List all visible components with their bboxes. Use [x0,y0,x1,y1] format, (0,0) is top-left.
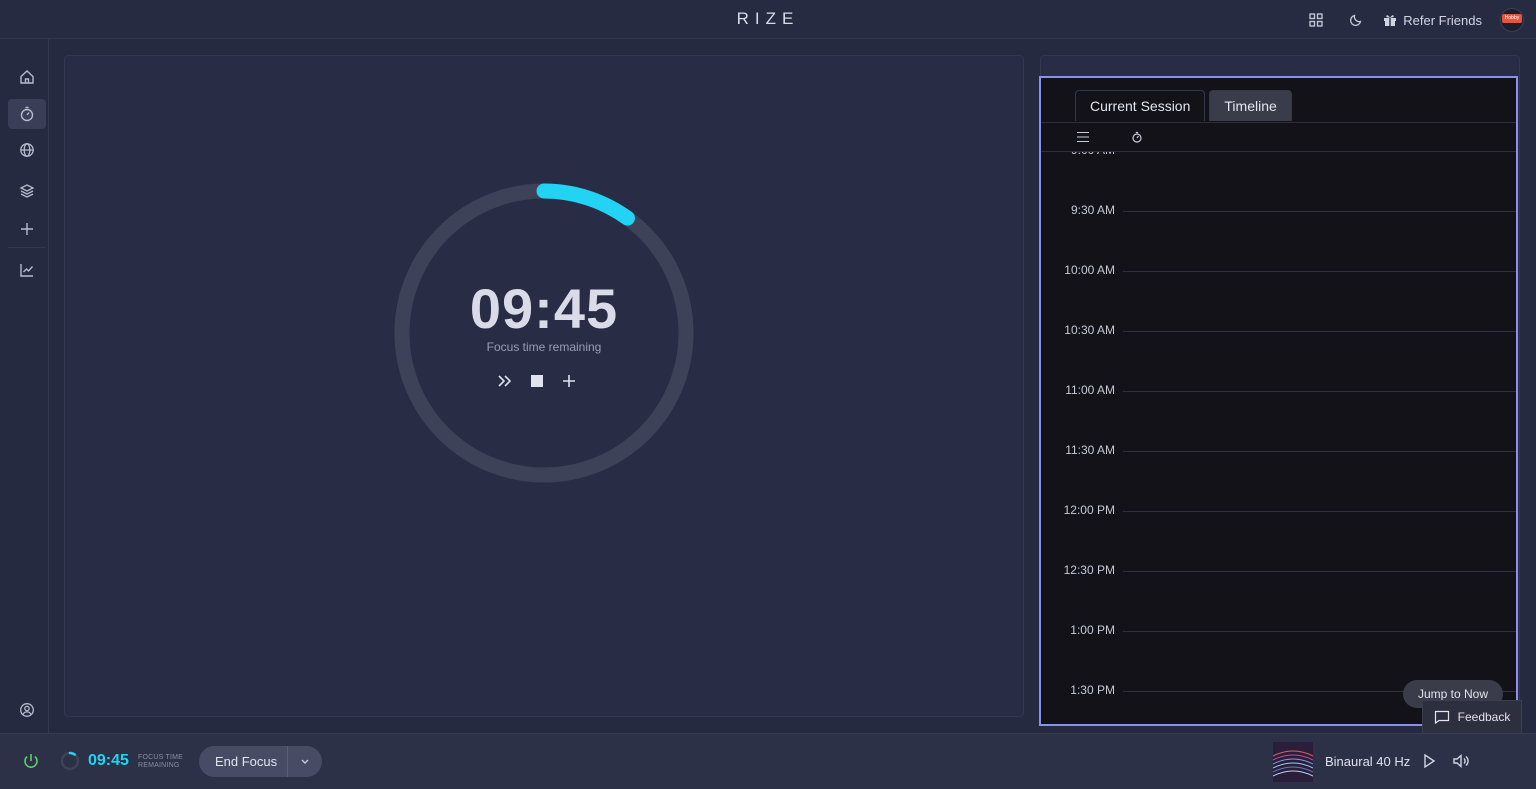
tab-current-session[interactable]: Current Session [1075,90,1206,121]
timeline-time-label: 12:30 PM [1063,563,1115,577]
sidebar-item-projects[interactable] [8,176,46,206]
timeline-row: 1:00 PM [1041,623,1516,643]
end-focus-button[interactable]: End Focus [199,746,287,777]
user-circle-icon [20,703,34,717]
timeline-gridline [1123,331,1516,332]
double-chevron-right-icon [498,375,512,387]
timeline-row: 9:00 AM [1041,152,1516,163]
bottom-timer-time: 09:45 [88,752,129,769]
stopwatch-icon [20,106,34,122]
timeline-gridline [1123,451,1516,452]
chevron-down-icon [301,759,309,764]
track-name: Binaural 40 Hz [1325,754,1411,769]
timeline-time-label: 1:30 PM [1070,683,1115,697]
timer-controls [494,368,580,394]
timeline-time-label: 9:30 AM [1070,203,1115,217]
stopwatch-icon [1132,131,1142,143]
gift-icon [1384,15,1397,26]
timeline-time-label: 12:00 PM [1063,503,1115,517]
mini-progress-ring [60,751,80,771]
add-time-button[interactable] [558,368,580,394]
plan-badge: Hobby [1502,14,1522,23]
top-right-controls: Refer Friends Hobby [1303,7,1524,33]
refer-friends-label: Refer Friends [1403,12,1482,28]
stop-square-icon [531,375,543,387]
timeline-row: 12:30 PM [1041,563,1516,583]
timer-remaining-time: 09:45 [469,277,619,340]
home-icon [20,70,34,84]
timeline-row: 12:00 PM [1041,503,1516,523]
feedback-label: Feedback [1457,710,1511,724]
tab-timeline[interactable]: Timeline [1209,90,1292,121]
dark-mode-moon-icon[interactable] [1343,7,1369,33]
layers-icon [19,184,35,198]
sidebar-item-add[interactable] [8,214,46,244]
timeline-row: 10:30 AM [1041,323,1516,343]
plus-icon [563,375,575,387]
play-button[interactable] [1420,752,1440,772]
bottom-player-bar: 09:45 FOCUS TIME REMAINING End Focus Bin… [0,733,1536,789]
chat-bubble-icon [1434,710,1449,724]
hamburger-list-icon [1077,131,1089,143]
timeline-time-label: 10:30 AM [1064,323,1115,337]
timeline-time-label: 10:00 AM [1064,263,1115,277]
bottom-timer-label: FOCUS TIME REMAINING [138,754,188,770]
timeline-time-label: 9:00 AM [1071,152,1115,157]
timer-view-button[interactable] [1128,128,1146,146]
session-tabs: Current Session Timeline [1075,90,1292,121]
sidebar-divider [8,247,46,248]
play-icon [1424,753,1436,769]
volume-button[interactable] [1452,752,1472,772]
album-art [1273,742,1313,782]
feedback-button[interactable]: Feedback [1422,700,1522,734]
power-button[interactable] [22,752,42,772]
timer-subtitle: Focus time remaining [486,340,602,354]
end-focus-dropdown[interactable] [287,746,322,777]
timeline-row: 9:30 AM [1041,203,1516,223]
timeline-row: 10:00 AM [1041,263,1516,283]
timeline-gridline [1123,571,1516,572]
timeline-panel: Current Session Timeline 9:00 AM 9:30 AM 1… [1039,76,1518,726]
timeline-time-label: 1:00 PM [1070,623,1115,637]
timeline-gridline [1123,511,1516,512]
timeline-time-label: 11:00 AM [1065,383,1115,397]
power-icon [24,754,38,768]
bottom-timer-label-line2: REMAINING [138,762,180,769]
timeline-time-label: 11:30 AM [1065,443,1115,457]
timeline-gridline [1123,211,1516,212]
avatar[interactable]: Hobby [1500,8,1524,32]
sidebar-item-analytics[interactable] [8,255,46,285]
dashboard-grid-icon[interactable] [1303,7,1329,33]
timeline-gridline [1123,271,1516,272]
plus-icon [21,223,33,235]
timer-ring-progress [536,183,635,226]
sidebar-item-web[interactable] [8,135,46,165]
timeline-row: 11:00 AM [1041,383,1516,403]
volume-icon [1453,753,1469,769]
end-focus-split-button: End Focus [199,746,323,777]
timeline-toolbar [1041,123,1516,152]
sidebar-item-account[interactable] [8,695,46,725]
top-bar: RIZE Refer Friends Hobby [0,0,1536,39]
sidebar [0,39,49,733]
skip-button[interactable] [494,368,516,394]
refer-friends-button[interactable]: Refer Friends [1383,13,1482,28]
timeline-gridline [1123,391,1516,392]
stop-button[interactable] [526,368,548,394]
chart-line-icon [20,264,34,277]
list-view-button[interactable] [1074,128,1092,146]
timeline-scroll-area[interactable]: 9:00 AM 9:30 AM 10:00 AM 10:30 AM 11:00 AM 11… [1041,152,1516,724]
sidebar-item-home[interactable] [8,62,46,92]
globe-icon [20,143,34,157]
timeline-gridline [1123,631,1516,632]
timeline-row: 11:30 AM [1041,443,1516,463]
sidebar-item-focus[interactable] [8,99,46,129]
bottom-timer-label-line1: FOCUS TIME [138,754,184,761]
